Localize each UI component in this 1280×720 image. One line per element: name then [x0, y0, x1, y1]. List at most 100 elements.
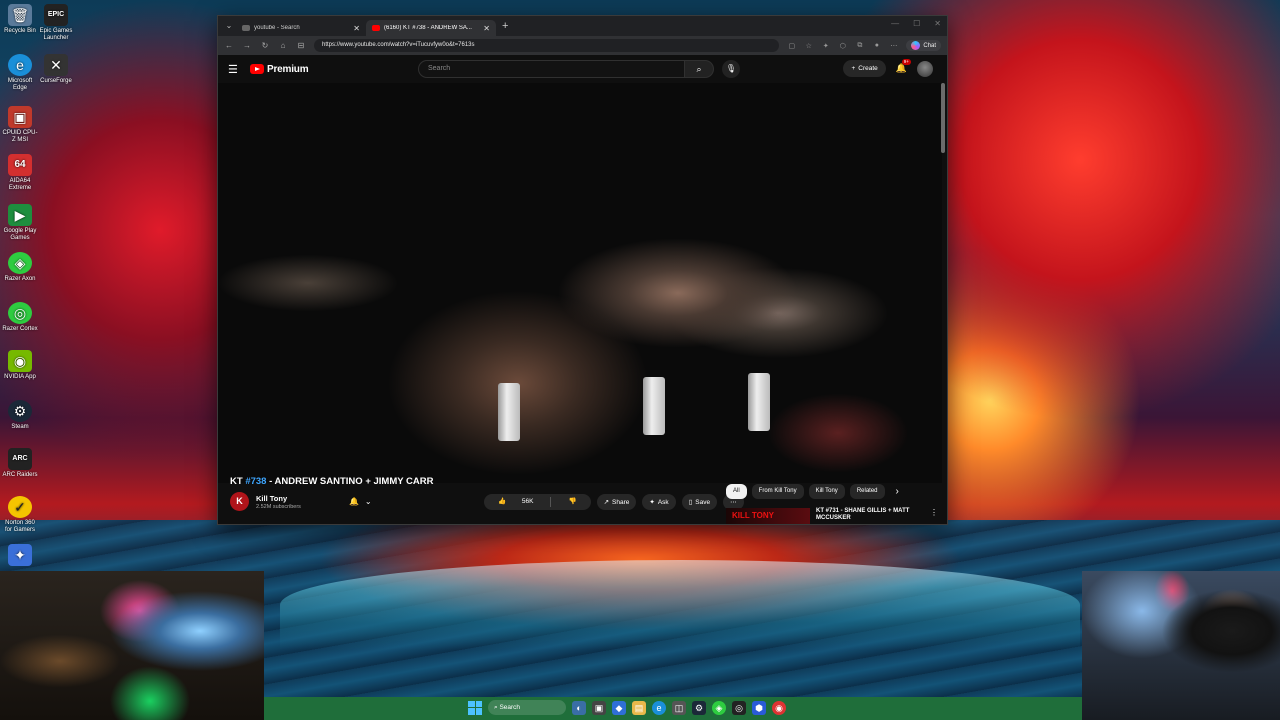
close-tab-icon[interactable]: ✕ [353, 24, 360, 33]
recommended-thumbnail[interactable]: KILL TONY [726, 508, 810, 524]
task-view-icon[interactable]: ▣ [592, 700, 606, 715]
back-icon[interactable]: ← [224, 41, 234, 50]
chip-all[interactable]: All [726, 484, 747, 499]
desktop-icon-razer-cortex[interactable]: ◎ Razer Cortex [2, 302, 38, 333]
curseforge-icon: ✕ [44, 54, 68, 76]
desktop-icon-steam[interactable]: ⚙ Steam [2, 400, 38, 431]
youtube-play-icon [250, 64, 264, 74]
minimize-icon[interactable]: — [891, 19, 899, 28]
profile-icon[interactable]: ● [872, 42, 881, 49]
share-button[interactable]: ↗ Share [596, 494, 637, 510]
aida64-icon: 64 [8, 154, 32, 176]
desktop-icon-play-games[interactable]: ▶ Google Play Games [2, 204, 38, 242]
video-actions: 👍 56K 👎 ↗ Share ✦ Ask ▯ Save ⋯ [484, 494, 744, 510]
search-input[interactable]: Search [418, 60, 684, 78]
url-field[interactable]: https://www.youtube.com/watch?v=iTucuvfy… [314, 39, 780, 52]
edge-taskbar-icon[interactable]: e [652, 700, 666, 715]
close-window-icon[interactable]: ✕ [934, 19, 941, 28]
desktop-icon-recycle-bin[interactable]: 🗑 Recycle Bin [2, 4, 38, 35]
video-title: KT #738 - ANDREW SANTINO + JIMMY CARR [230, 476, 434, 487]
desktop-icon-curseforge[interactable]: ✕ CurseForge [38, 54, 74, 85]
desktop-icon-arc-raiders[interactable]: ARC ARC Raiders [2, 448, 38, 479]
collections-icon[interactable]: ⧉ [855, 42, 864, 50]
maximize-icon[interactable]: ☐ [913, 19, 920, 28]
desktop-icon-app[interactable]: ✦ [2, 544, 38, 568]
desktop-icon-nvidia[interactable]: ◉ NVIDIA App [2, 350, 38, 381]
header-actions: + Create 🔔 9+ [843, 59, 933, 77]
notifications-button[interactable]: 🔔 9+ [896, 59, 911, 74]
save-button[interactable]: ▯ Save [681, 494, 718, 510]
windows-start-icon[interactable] [468, 700, 482, 715]
ask-button[interactable]: ✦ Ask [642, 494, 676, 510]
app-taskbar-icon[interactable]: ⬢ [752, 700, 766, 715]
obs-icon[interactable]: ◎ [732, 700, 746, 715]
arc-raiders-icon: ARC [8, 448, 32, 470]
reader-icon[interactable]: ▢ [787, 42, 796, 50]
dislike-button[interactable]: 👎 [554, 494, 590, 510]
desktop-icon-edge[interactable]: e Microsoft Edge [2, 54, 38, 92]
search-icon: ⌕ [696, 64, 702, 74]
desktop-icon-epic[interactable]: EPIC Epic Games Launcher [38, 4, 74, 42]
tab-actions-icon[interactable]: ⌄ [222, 19, 236, 33]
steam-icon: ⚙ [8, 400, 32, 422]
favorite-star-icon[interactable]: ☆ [804, 42, 813, 50]
microphone-icon: 🎙 [725, 64, 737, 73]
recommended-title[interactable]: KT #731 - SHANE GILLIS + MATT MCCUSKER [816, 508, 912, 524]
episode-link[interactable]: #738 [245, 476, 266, 487]
file-explorer-icon[interactable]: ▤ [632, 700, 646, 715]
recommended-video[interactable]: KILL TONY KT #731 - SHANE GILLIS + MATT … [726, 508, 938, 524]
close-tab-icon[interactable]: ✕ [483, 24, 490, 33]
chrome-icon[interactable]: ◉ [772, 700, 786, 715]
youtube-favicon-icon [372, 25, 380, 31]
like-button[interactable]: 👍 56K [484, 494, 547, 510]
desktop-icon-aida64[interactable]: 64 AIDA64 Extreme [2, 154, 38, 192]
more-vert-icon[interactable]: ⋮ [930, 508, 938, 524]
store-icon[interactable]: ◫ [672, 700, 686, 715]
youtube-logo[interactable]: Premium [250, 64, 309, 75]
recycle-bin-icon: 🗑 [8, 4, 32, 26]
create-button[interactable]: + Create [843, 60, 886, 77]
widgets-icon[interactable]: ◐ [572, 700, 586, 715]
page-scrollbar[interactable] [941, 83, 945, 153]
site-info-icon[interactable]: ⊟ [296, 41, 306, 50]
voice-search-button[interactable]: 🎙 [722, 60, 740, 78]
search-button[interactable]: ⌕ [684, 60, 714, 78]
copilot-app-icon[interactable]: ◆ [612, 700, 626, 715]
steam-taskbar-icon[interactable]: ⚙ [692, 700, 706, 715]
desktop-icon-razer-axon[interactable]: ◈ Razer Axon [2, 252, 38, 283]
tab-video[interactable]: (6160) KT #738 - ANDREW SA... ✕ [366, 20, 496, 36]
razer-cortex-icon: ◎ [8, 302, 32, 324]
account-avatar[interactable] [917, 60, 933, 77]
chip-related[interactable]: Related [849, 484, 885, 499]
chip-channel[interactable]: Kill Tony [808, 484, 845, 499]
edge-icon: e [8, 54, 32, 76]
razer-axon-icon: ◈ [8, 252, 32, 274]
chevron-right-icon[interactable]: › [896, 486, 899, 497]
tab-youtube-search[interactable]: youtube - Search ✕ [236, 20, 366, 36]
taskbar-search[interactable]: ⌕ Search [488, 700, 566, 715]
new-tab-button[interactable]: + [502, 20, 508, 32]
refresh-icon[interactable]: ↻ [260, 41, 270, 50]
desktop-icon-norton[interactable]: ✓ Norton 360 for Gamers [2, 496, 38, 534]
razer-taskbar-icon[interactable]: ◈ [712, 700, 726, 715]
forward-icon[interactable]: → [242, 41, 252, 50]
desktop-icon-cpuz[interactable]: ▣ CPUID CPU-Z MSI [2, 106, 38, 144]
menu-icon[interactable]: ☰ [228, 63, 244, 76]
app-icon: ✦ [8, 544, 32, 566]
address-bar: ← → ↻ ⌂ ⊟ https://www.youtube.com/watch?… [218, 36, 947, 55]
epic-games-icon: EPIC [44, 4, 68, 26]
cpuz-icon: ▣ [8, 106, 32, 128]
bookmark-icon: ▯ [688, 499, 693, 506]
video-player[interactable] [218, 83, 942, 483]
more-icon[interactable]: ⋯ [889, 42, 898, 50]
extensions-icon[interactable]: ⬡ [838, 42, 847, 50]
video-frame-can [643, 377, 665, 435]
channel-avatar[interactable]: K [230, 492, 249, 511]
extension-icon[interactable]: ✦ [821, 42, 830, 50]
home-icon[interactable]: ⌂ [278, 41, 288, 50]
chip-from-channel[interactable]: From Kill Tony [751, 484, 804, 499]
channel-name[interactable]: Kill Tony [256, 494, 301, 503]
copilot-chat-button[interactable]: Chat [906, 40, 941, 51]
subscription-bell-button[interactable]: 🔔 ⌄ [349, 497, 372, 506]
divider [550, 497, 552, 507]
